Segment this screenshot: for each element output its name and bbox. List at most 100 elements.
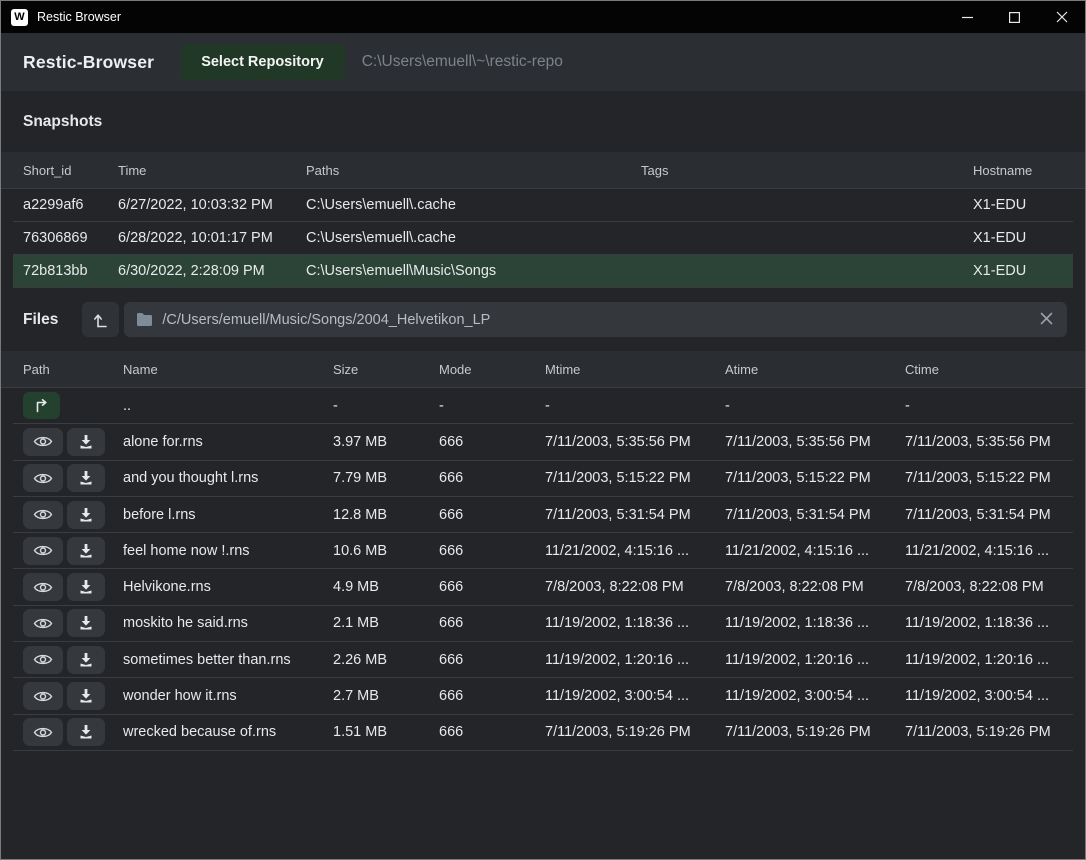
file-name: Helvikone.rns: [123, 579, 333, 595]
download-icon: [78, 615, 94, 631]
download-file-button[interactable]: [67, 609, 105, 637]
download-file-button[interactable]: [67, 537, 105, 565]
file-ctime: 7/11/2003, 5:31:54 PM: [905, 507, 1073, 523]
eye-icon: [33, 689, 53, 704]
file-mtime: 7/11/2003, 5:19:26 PM: [545, 724, 725, 740]
file-row[interactable]: sometimes better than.rns 2.26 MB 666 11…: [13, 642, 1073, 678]
download-icon: [78, 507, 94, 523]
app-title: Restic-Browser: [23, 52, 154, 73]
column-header-path: Path: [23, 362, 123, 377]
snapshots-table-header: Short_id Time Paths Tags Hostname: [1, 152, 1085, 189]
download-file-button[interactable]: [67, 501, 105, 529]
file-size: 2.7 MB: [333, 688, 439, 704]
snapshot-hostname: X1-EDU: [973, 263, 1073, 279]
go-up-level-button[interactable]: [82, 302, 119, 337]
file-ctime: 11/21/2002, 4:15:16 ...: [905, 543, 1073, 559]
download-file-button[interactable]: [67, 682, 105, 710]
file-row[interactable]: wonder how it.rns 2.7 MB 666 11/19/2002,…: [13, 678, 1073, 714]
minimize-button[interactable]: [944, 1, 991, 33]
file-row[interactable]: Helvikone.rns 4.9 MB 666 7/8/2003, 8:22:…: [13, 569, 1073, 605]
select-repository-button[interactable]: Select Repository: [180, 44, 345, 80]
maximize-icon: [1010, 12, 1020, 22]
file-row[interactable]: before l.rns 12.8 MB 666 7/11/2003, 5:31…: [13, 497, 1073, 533]
preview-file-button[interactable]: [23, 609, 63, 637]
file-mode: 666: [439, 724, 545, 740]
snapshots-table-body: a2299af6 6/27/2022, 10:03:32 PM C:\Users…: [13, 189, 1073, 288]
download-icon: [78, 688, 94, 704]
empty-area: [1, 751, 1085, 859]
file-size: 10.6 MB: [333, 543, 439, 559]
app-logo-icon: W: [11, 9, 28, 26]
column-header-short-id: Short_id: [23, 163, 118, 178]
parent-directory-row[interactable]: .. - - - - -: [13, 388, 1073, 424]
parent-directory-icon: [33, 398, 50, 414]
snapshot-short-id: 72b813bb: [23, 263, 118, 279]
file-ctime: 7/11/2003, 5:19:26 PM: [905, 724, 1073, 740]
preview-file-button[interactable]: [23, 464, 63, 492]
up-level-icon: [92, 311, 110, 329]
download-file-button[interactable]: [67, 428, 105, 456]
clear-path-icon: [1040, 312, 1053, 325]
file-name: feel home now !.rns: [123, 543, 333, 559]
eye-icon: [33, 507, 53, 522]
file-mtime: 11/21/2002, 4:15:16 ...: [545, 543, 725, 559]
clear-path-button[interactable]: [1038, 311, 1055, 328]
download-file-button[interactable]: [67, 573, 105, 601]
file-mtime: -: [545, 398, 725, 414]
file-atime: 7/11/2003, 5:15:22 PM: [725, 470, 905, 486]
download-file-button[interactable]: [67, 718, 105, 746]
current-path-bar[interactable]: /C/Users/emuell/Music/Songs/2004_Helveti…: [124, 302, 1067, 337]
file-ctime: 11/19/2002, 1:20:16 ...: [905, 652, 1073, 668]
preview-file-button[interactable]: [23, 573, 63, 601]
file-mtime: 7/8/2003, 8:22:08 PM: [545, 579, 725, 595]
folder-icon: [136, 312, 153, 327]
file-atime: 7/8/2003, 8:22:08 PM: [725, 579, 905, 595]
download-file-button[interactable]: [67, 464, 105, 492]
files-toolbar: Files /C/Users/emuell/Music/Songs/2004_H…: [1, 288, 1085, 351]
file-size: 2.1 MB: [333, 615, 439, 631]
window-title: Restic Browser: [37, 10, 121, 24]
file-row[interactable]: alone for.rns 3.97 MB 666 7/11/2003, 5:3…: [13, 424, 1073, 460]
preview-file-button[interactable]: [23, 718, 63, 746]
go-to-parent-button[interactable]: [23, 392, 60, 419]
preview-file-button[interactable]: [23, 682, 63, 710]
column-header-paths: Paths: [306, 163, 641, 178]
column-header-time: Time: [118, 163, 306, 178]
close-icon: [1056, 11, 1068, 23]
file-row[interactable]: feel home now !.rns 10.6 MB 666 11/21/20…: [13, 533, 1073, 569]
file-mode: -: [439, 398, 545, 414]
file-name: wrecked because of.rns: [123, 724, 333, 740]
file-size: 2.26 MB: [333, 652, 439, 668]
eye-icon: [33, 580, 53, 595]
download-icon: [78, 434, 94, 450]
preview-file-button[interactable]: [23, 537, 63, 565]
file-mode: 666: [439, 543, 545, 559]
close-button[interactable]: [1038, 1, 1085, 33]
column-header-mode: Mode: [439, 362, 545, 377]
column-header-mtime: Mtime: [545, 362, 725, 377]
file-atime: 11/21/2002, 4:15:16 ...: [725, 543, 905, 559]
snapshot-row[interactable]: 76306869 6/28/2022, 10:01:17 PM C:\Users…: [13, 222, 1073, 255]
app-window: W Restic Browser Restic-Browser Select R…: [0, 0, 1086, 860]
file-row[interactable]: and you thought l.rns 7.79 MB 666 7/11/2…: [13, 461, 1073, 497]
eye-icon: [33, 725, 53, 740]
snapshot-row[interactable]: a2299af6 6/27/2022, 10:03:32 PM C:\Users…: [13, 189, 1073, 222]
file-ctime: 7/8/2003, 8:22:08 PM: [905, 579, 1073, 595]
column-header-tags: Tags: [641, 163, 973, 178]
snapshot-row[interactable]: 72b813bb 6/30/2022, 2:28:09 PM C:\Users\…: [13, 255, 1073, 288]
file-row[interactable]: moskito he said.rns 2.1 MB 666 11/19/200…: [13, 606, 1073, 642]
snapshot-paths: C:\Users\emuell\Music\Songs: [306, 263, 641, 279]
file-name: and you thought l.rns: [123, 470, 333, 486]
preview-file-button[interactable]: [23, 501, 63, 529]
eye-icon: [33, 652, 53, 667]
file-name: before l.rns: [123, 507, 333, 523]
file-row[interactable]: wrecked because of.rns 1.51 MB 666 7/11/…: [13, 715, 1073, 751]
file-name: ..: [123, 398, 333, 414]
preview-file-button[interactable]: [23, 428, 63, 456]
preview-file-button[interactable]: [23, 646, 63, 674]
file-ctime: -: [905, 398, 1073, 414]
maximize-button[interactable]: [991, 1, 1038, 33]
file-size: 1.51 MB: [333, 724, 439, 740]
eye-icon: [33, 471, 53, 486]
download-file-button[interactable]: [67, 646, 105, 674]
